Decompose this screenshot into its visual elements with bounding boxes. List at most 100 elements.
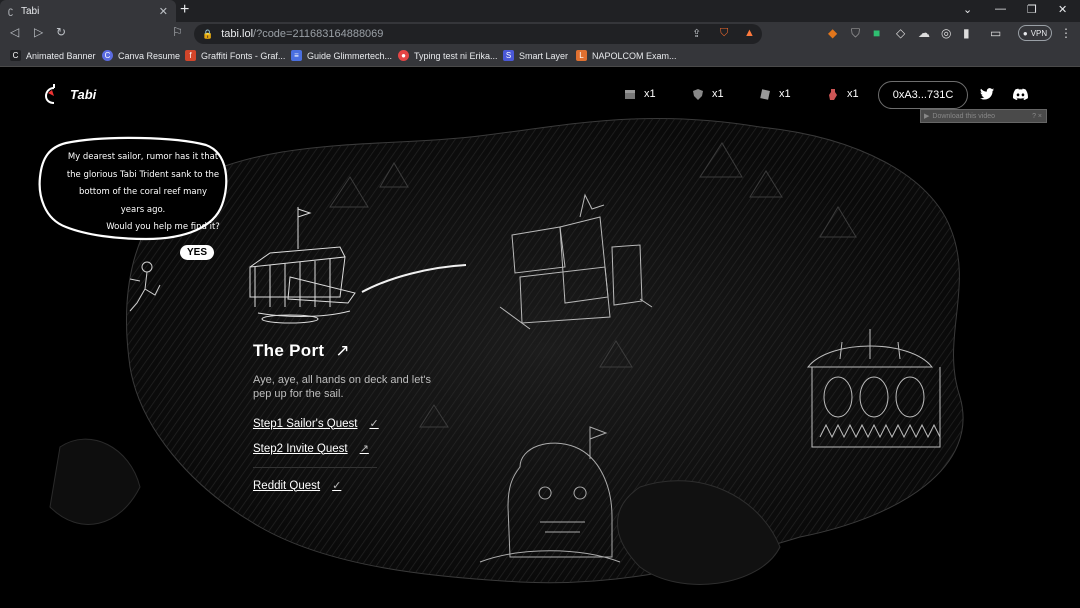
metamask-icon[interactable]: ◆ xyxy=(828,26,837,40)
inventory-item-potion[interactable]: x1 xyxy=(827,88,859,100)
bookmark-item[interactable]: S Smart Layer xyxy=(503,50,568,61)
bookmark-favicon-icon: S xyxy=(503,50,514,61)
potion-icon xyxy=(829,88,837,100)
extension-green-icon[interactable]: ■ xyxy=(873,26,880,40)
new-tab-icon[interactable]: + xyxy=(180,1,189,19)
close-tab-icon[interactable]: ✕ xyxy=(159,5,168,18)
inventory-item-shield[interactable]: x1 xyxy=(692,88,724,100)
bubble-line: the glorious Tabi Trident sank to the xyxy=(66,169,220,180)
quest-link-sailor[interactable]: Step1 Sailor's Quest ✓ xyxy=(253,417,379,431)
cloud-ext-icon[interactable]: ☁ xyxy=(918,26,930,40)
check-icon: ✓ xyxy=(369,418,379,430)
tab-title: Tabi xyxy=(21,5,40,17)
page-viewport: Tabi x1 x1 x1 x1 0xA3...731C ▶ Download … xyxy=(0,67,1080,608)
scroll-icon xyxy=(760,88,770,100)
yes-button[interactable]: YES xyxy=(180,245,214,260)
forward-icon[interactable]: ▷ xyxy=(34,25,43,39)
bookmark-label: Smart Layer xyxy=(519,50,569,61)
bubble-line: My dearest sailor, rumor has it that xyxy=(67,152,219,162)
arrow-up-right-icon: ↗ xyxy=(335,341,350,360)
check-icon: ✓ xyxy=(332,480,342,492)
port-title-link[interactable]: The Port ↗ xyxy=(253,341,350,361)
bookmark-item[interactable]: C Animated Banner xyxy=(10,50,96,61)
rabby-ext-icon[interactable]: ◎ xyxy=(941,26,951,40)
wallet-ext-icon[interactable]: ▭ xyxy=(990,26,1001,40)
bookmark-label: Graffiti Fonts - Graf... xyxy=(201,50,286,61)
quest-label: Reddit Quest xyxy=(253,479,321,492)
download-video-bar[interactable]: ▶ Download this video ? × xyxy=(920,109,1047,123)
bubble-line: years ago. xyxy=(120,204,166,215)
bookmark-item[interactable]: ≡ Guide Glimmertech... xyxy=(291,50,392,61)
bookmark-label: Animated Banner xyxy=(26,50,96,61)
bookmark-item[interactable]: L NAPOLCOM Exam... xyxy=(576,50,677,61)
bookmark-favicon-icon: C xyxy=(10,50,21,61)
bubble-line: bottom of the coral reef many xyxy=(79,187,207,197)
restore-icon[interactable]: ❐ xyxy=(1027,3,1037,16)
minimize-icon[interactable]: — xyxy=(995,3,1006,15)
arrow-up-right-icon: ↗ xyxy=(359,443,369,455)
browser-toolbar: ◁ ▷ ↻ ⚐ 🔒 tabi.lol /?code=21168316488806… xyxy=(0,22,1080,46)
bookmark-label: Canva Resume xyxy=(118,50,181,61)
back-icon[interactable]: ◁ xyxy=(10,25,19,39)
tabi-logo[interactable]: Tabi xyxy=(44,83,96,105)
shield-icon xyxy=(693,88,703,100)
bookmark-favicon-icon: ● xyxy=(398,50,409,61)
tabi-favicon-icon: ʗ xyxy=(8,5,13,17)
url-path: /?code=211683164888069 xyxy=(253,28,384,40)
tab-search-icon[interactable]: ⌄ xyxy=(963,3,972,16)
bookmark-label: NAPOLCOM Exam... xyxy=(592,50,677,61)
bookmark-item[interactable]: C Canva Resume xyxy=(102,50,180,61)
diamond-ext-icon[interactable]: ◇ xyxy=(896,26,905,40)
inventory-count: x1 xyxy=(644,88,656,100)
vpn-label: VPN xyxy=(1030,28,1048,38)
tabi-logo-icon xyxy=(44,84,55,104)
bookmark-favicon-icon: ≡ xyxy=(291,50,302,61)
port-description: Aye, aye, all hands on deck and let's pe… xyxy=(253,374,432,400)
menu-icon[interactable]: ⋮ xyxy=(1060,26,1072,40)
chest-icon xyxy=(625,89,635,99)
bookmarks-bar: C Animated Banner C Canva Resume f Graffiti… xyxy=(0,46,1080,67)
sidebar-icon[interactable]: ▮ xyxy=(963,26,970,40)
quest-link-invite[interactable]: Step2 Invite Quest ↗ xyxy=(253,442,369,456)
logo-text: Tabi xyxy=(70,86,97,102)
share-icon[interactable]: ⇪ xyxy=(692,27,701,40)
close-window-icon[interactable]: ✕ xyxy=(1058,3,1067,16)
url-host: tabi.lol xyxy=(221,28,254,40)
bookmark-favicon-icon: f xyxy=(185,50,196,61)
divider xyxy=(253,467,377,468)
bookmark-icon[interactable]: ⚐ xyxy=(172,25,183,39)
download-close[interactable]: ? × xyxy=(1032,113,1042,120)
bookmark-label: Typing test ni Erika... xyxy=(414,50,498,61)
bookmark-label: Guide Glimmertech... xyxy=(307,50,393,61)
bookmark-item[interactable]: ● Typing test ni Erika... xyxy=(398,50,498,61)
speech-bubble: My dearest sailor, rumor has it that the… xyxy=(58,149,228,237)
discord-icon[interactable] xyxy=(1013,88,1028,100)
inventory-count: x1 xyxy=(779,88,791,100)
brave-rewards-icon[interactable]: ▲ xyxy=(744,27,755,39)
vpn-button[interactable]: ● VPN xyxy=(1018,25,1052,41)
reload-icon[interactable]: ↻ xyxy=(56,25,66,39)
twitter-icon[interactable] xyxy=(980,88,994,100)
port-title: The Port xyxy=(253,341,325,360)
address-bar[interactable]: 🔒 tabi.lol /?code=211683164888069 ⇪ ⛉ ▲ xyxy=(194,24,762,44)
shield-ext-icon[interactable]: ⛉ xyxy=(851,26,860,41)
brave-shield-icon[interactable]: ⛉ xyxy=(720,27,728,40)
quest-link-reddit[interactable]: Reddit Quest ✓ xyxy=(253,479,342,493)
vpn-dot-icon: ● xyxy=(1022,28,1028,38)
browser-tab[interactable]: ʗ Tabi ✕ xyxy=(0,0,176,22)
wallet-address-button[interactable]: 0xA3...731C xyxy=(878,81,968,109)
wallet-address: 0xA3...731C xyxy=(892,89,954,101)
inventory-item-scroll[interactable]: x1 xyxy=(759,88,791,100)
download-label: Download this video xyxy=(932,112,996,120)
bookmark-favicon-icon: C xyxy=(102,50,113,61)
tab-strip: ʗ Tabi ✕ + ⌄ — ❐ ✕ xyxy=(0,0,1080,22)
inventory-count: x1 xyxy=(712,88,724,100)
bubble-line: Would you help me find it? xyxy=(106,222,220,232)
bookmark-item[interactable]: f Graffiti Fonts - Graf... xyxy=(185,50,285,61)
play-icon: ▶ xyxy=(924,113,930,120)
inventory-count: x1 xyxy=(847,88,859,100)
quest-label: Step2 Invite Quest xyxy=(253,442,348,455)
quest-label: Step1 Sailor's Quest xyxy=(253,417,358,430)
bookmark-favicon-icon: L xyxy=(576,50,587,61)
inventory-item-chest[interactable]: x1 xyxy=(624,88,656,100)
